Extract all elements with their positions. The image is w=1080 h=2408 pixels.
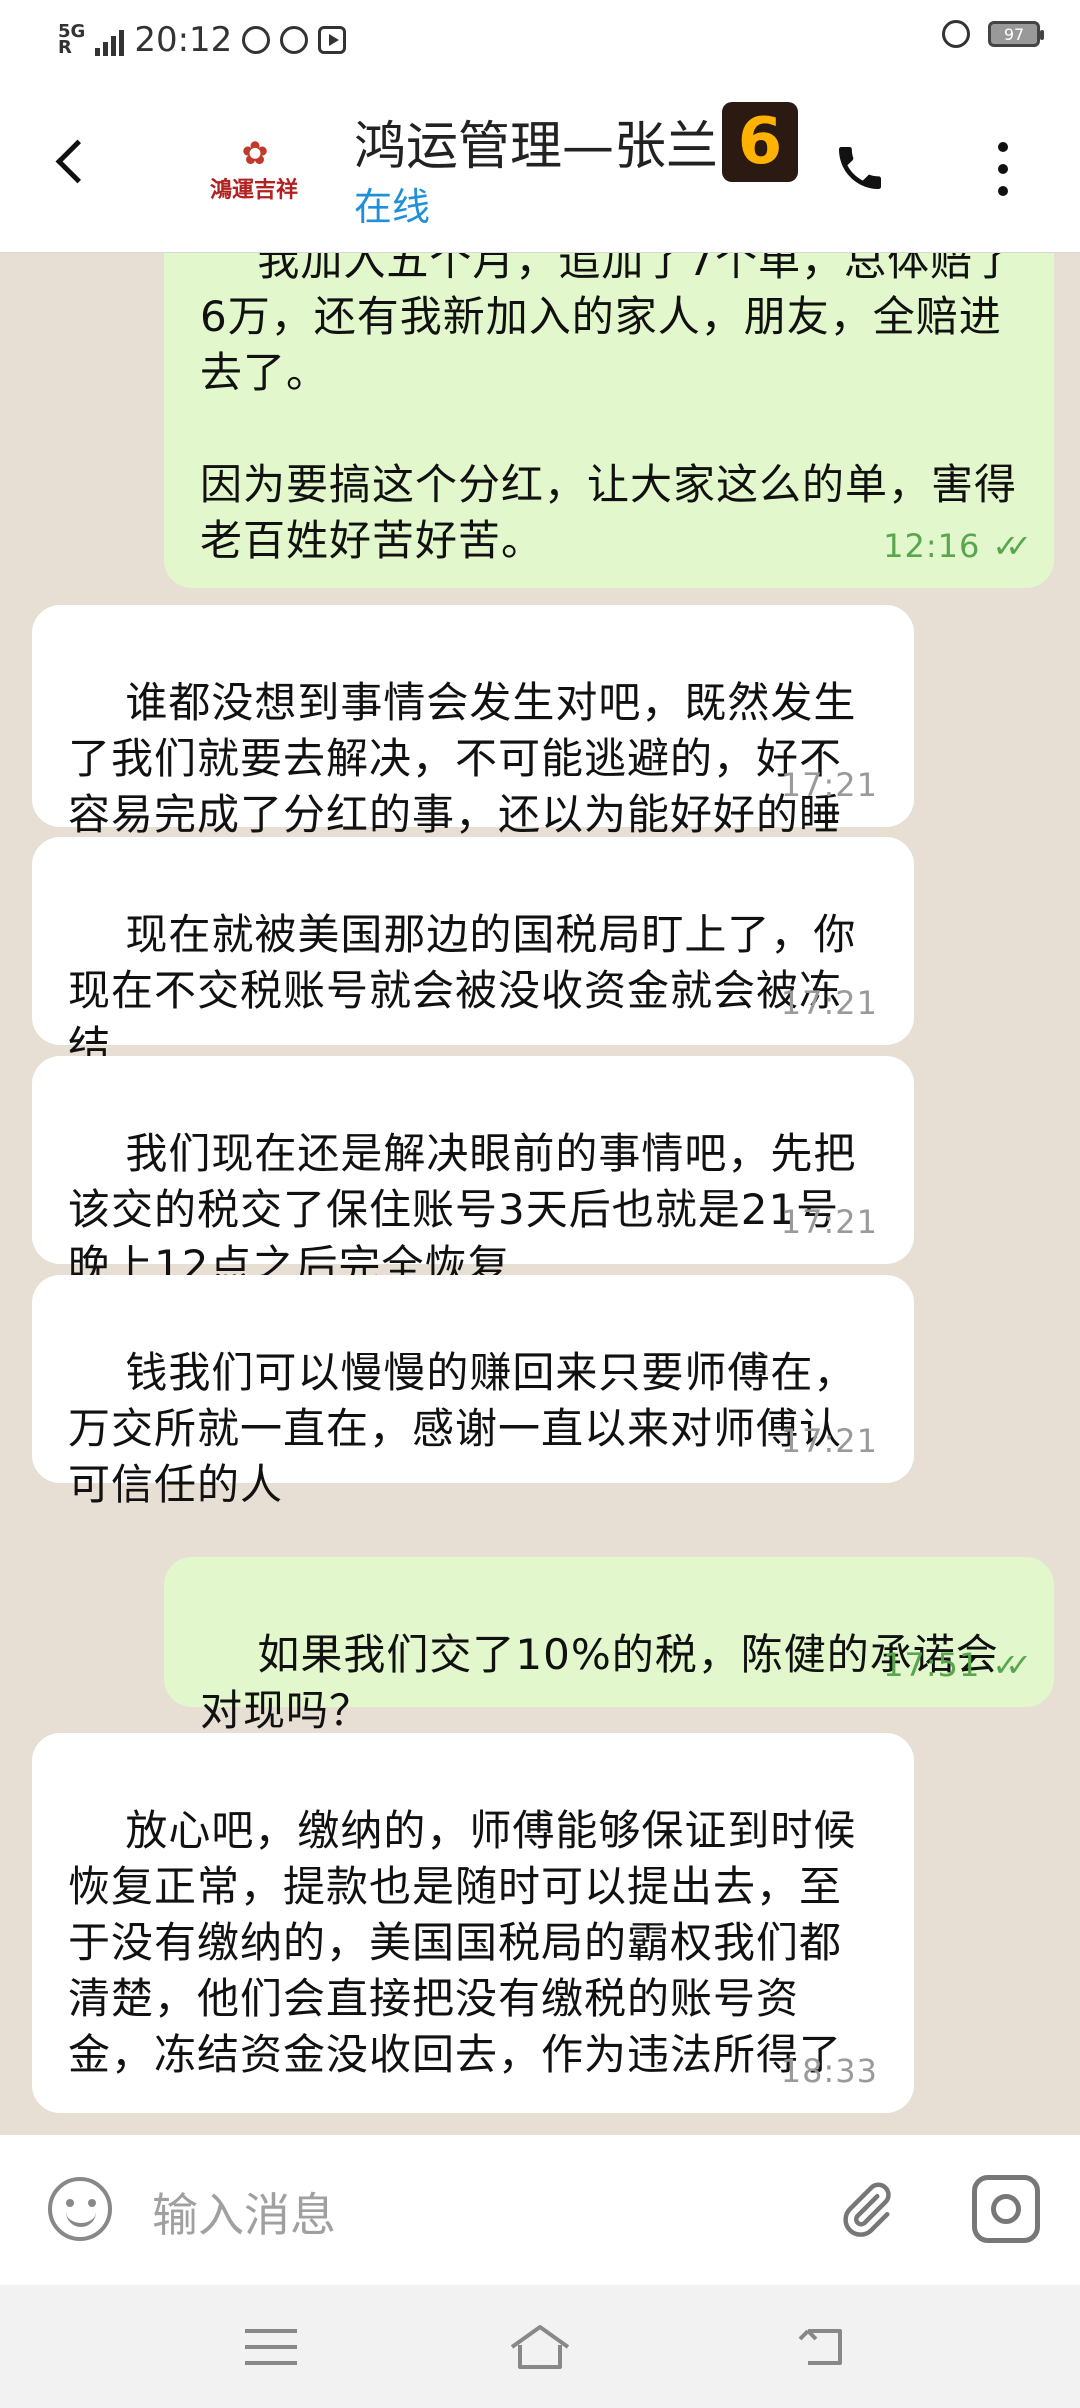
message-time: 17:21: [780, 1203, 878, 1241]
alarm-clock-icon: [942, 20, 970, 48]
alarm-icon: [280, 26, 309, 54]
contact-badge: 6: [722, 102, 798, 182]
read-receipt-icon: ✓✓: [992, 1646, 1031, 1684]
home-icon[interactable]: [508, 2321, 572, 2373]
avatar-logo-text: 鴻運吉祥: [209, 177, 298, 203]
message-time: 18:33: [780, 2052, 878, 2090]
battery-icon: 97: [988, 21, 1044, 47]
attach-icon[interactable]: [836, 2175, 896, 2245]
battery-level: 97: [1003, 24, 1025, 44]
message-bubble-incoming[interactable]: 放心吧，缴纳的，师傅能够保证到时候恢复正常，提款也是随时可以提出去，至于没有缴纳…: [32, 1733, 914, 2113]
camera-icon[interactable]: [972, 2175, 1040, 2243]
message-list[interactable]: 我加入五个月，追加了7个单，总体赔了6万，还有我新加入的家人，朋友，全赔进去了。…: [0, 253, 1080, 2133]
message-bubble-outgoing[interactable]: 如果我们交了10%的税，陈健的承诺会对现吗？ 17:51 ✓✓: [164, 1557, 1054, 1735]
chat-header: ✿ 鴻運吉祥 鸿运管理—张兰 6 在线: [0, 86, 1080, 253]
message-time: 17:21: [780, 766, 878, 804]
message-time: 17:21: [780, 1422, 878, 1460]
message-bubble-incoming[interactable]: 现在就被美国那边的国税局盯上了，你现在不交税账号就会被没收资金就会被冻结 17:…: [32, 837, 914, 1071]
emoji-icon[interactable]: [48, 2177, 112, 2241]
message-text: 现在就被美国那边的国税局盯上了，你现在不交税账号就会被没收资金就会被冻结: [68, 910, 857, 1071]
status-bar: 5G R 20:12 97: [0, 0, 1080, 86]
message-time: 17:51 ✓✓: [883, 1637, 1032, 1693]
phone-icon[interactable]: [832, 140, 888, 196]
contact-name[interactable]: 鸿运管理—张兰: [354, 104, 718, 179]
message-time: 17:21: [780, 984, 878, 1022]
menu-icon[interactable]: [245, 2329, 297, 2365]
message-time: 12:16 ✓✓: [883, 518, 1032, 574]
network-indicator: 5G R: [58, 21, 86, 58]
message-text: 我们现在还是解决眼前的事情吧，先把该交的税交了保住账号3天后也就是21号晚上12…: [68, 1129, 857, 1290]
avatar[interactable]: ✿ 鴻運吉祥: [198, 136, 310, 216]
message-text: 放心吧，缴纳的，师傅能够保证到时候恢复正常，提款也是随时可以提出去，至于没有缴纳…: [68, 1806, 857, 2079]
message-bubble-incoming[interactable]: 我们现在还是解决眼前的事情吧，先把该交的税交了保住账号3天后也就是21号晚上12…: [32, 1056, 914, 1290]
message-input[interactable]: 输入消息: [152, 2179, 336, 2245]
message-bubble-outgoing[interactable]: 我加入五个月，追加了7个单，总体赔了6万，还有我新加入的家人，朋友，全赔进去了。…: [164, 253, 1054, 588]
data-saver-icon: [242, 26, 271, 54]
online-status: 在线: [354, 185, 431, 229]
more-icon[interactable]: [996, 142, 1010, 196]
nav-back-icon[interactable]: [794, 2323, 850, 2371]
message-text: 钱我们可以慢慢的赚回来只要师傅在，万交所就一直在，感谢一直以来对师傅认可信任的人: [68, 1348, 857, 1509]
message-bubble-incoming[interactable]: 钱我们可以慢慢的赚回来只要师傅在，万交所就一直在，感谢一直以来对师傅认可信任的人…: [32, 1275, 914, 1509]
back-icon[interactable]: [52, 140, 92, 180]
status-time: 20:12: [134, 20, 233, 60]
composer-bar: 输入消息: [0, 2135, 1080, 2285]
system-nav-bar: [0, 2285, 1080, 2408]
message-bubble-incoming[interactable]: 谁都没想到事情会发生对吧，既然发生了我们就要去解决，不可能逃避的，好不容易完成了…: [32, 605, 914, 895]
signal-icon: [95, 24, 125, 56]
message-text: 如果我们交了10%的税，陈健的承诺会对现吗？: [200, 1630, 999, 1735]
read-receipt-icon: ✓✓: [992, 527, 1031, 565]
lotus-logo-icon: ✿: [241, 134, 269, 172]
media-play-icon: [318, 26, 347, 54]
